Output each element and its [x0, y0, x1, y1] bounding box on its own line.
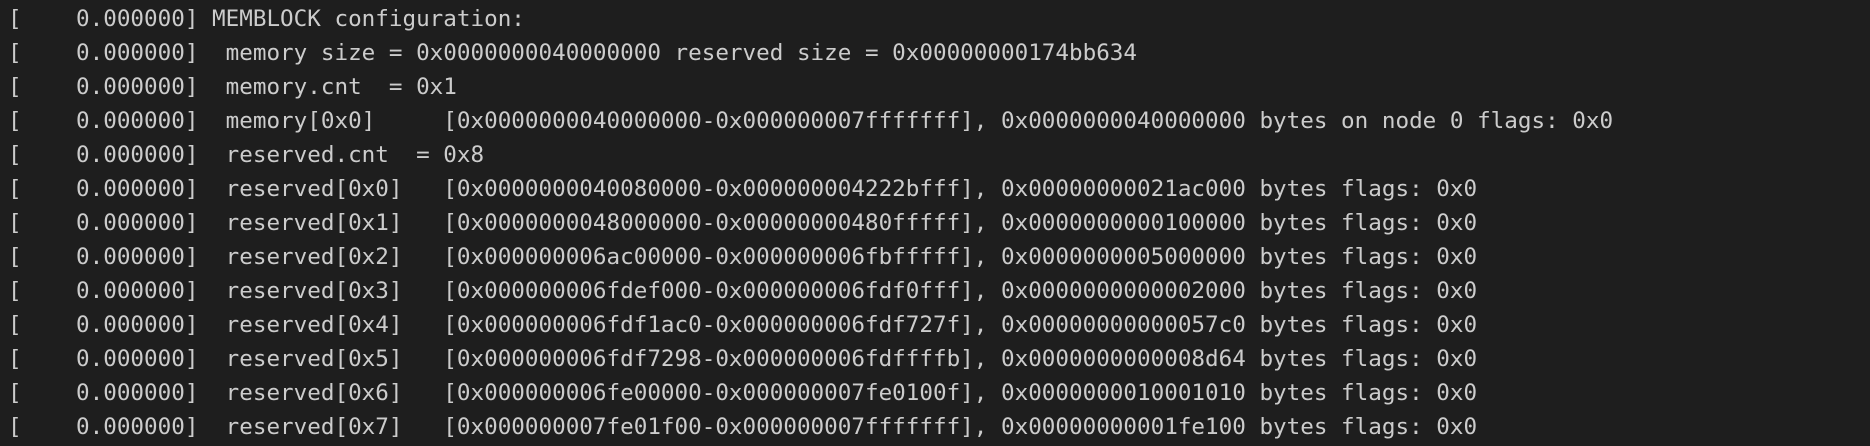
log-line: [ 0.000000] memory.cnt = 0x1 — [8, 74, 457, 100]
log-line: [ 0.000000] reserved[0x0] [0x00000000400… — [8, 176, 1478, 202]
log-line: [ 0.000000] memory size = 0x000000004000… — [8, 40, 1138, 66]
log-line: [ 0.000000] reserved[0x2] [0x000000006ac… — [8, 244, 1478, 270]
log-line: [ 0.000000] reserved[0x3] [0x000000006fd… — [8, 278, 1478, 304]
log-line: [ 0.000000] reserved[0x6] [0x000000006fe… — [8, 380, 1478, 406]
log-line: [ 0.000000] reserved[0x7] [0x000000007fe… — [8, 414, 1478, 440]
log-line: [ 0.000000] MEMBLOCK configuration: — [8, 6, 525, 32]
log-line: [ 0.000000] reserved.cnt = 0x8 — [8, 142, 485, 168]
log-line: [ 0.000000] reserved[0x4] [0x000000006fd… — [8, 312, 1478, 338]
log-line: [ 0.000000] reserved[0x5] [0x000000006fd… — [8, 346, 1478, 372]
log-line: [ 0.000000] memory[0x0] [0x0000000040000… — [8, 108, 1614, 134]
log-line: [ 0.000000] reserved[0x1] [0x00000000480… — [8, 210, 1478, 236]
terminal-output[interactable]: [ 0.000000] MEMBLOCK configuration: [ 0.… — [0, 0, 1870, 446]
